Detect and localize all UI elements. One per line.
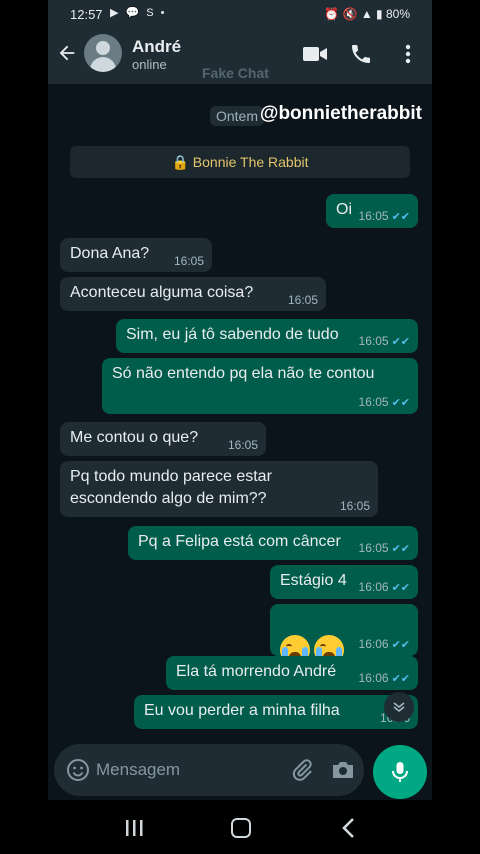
message-time: 16:05 xyxy=(287,293,318,307)
message-time: 16:05 xyxy=(173,254,204,268)
message-text: Ela tá morrendo André xyxy=(176,663,337,680)
message-meta: 16:06 ✔✔ xyxy=(358,580,410,594)
nav-back-icon[interactable] xyxy=(340,817,358,839)
camera-icon[interactable] xyxy=(330,758,356,782)
message-bubble-out[interactable]: 16:06 ✔✔ xyxy=(270,604,418,665)
message-meta: 16:05 ✔✔ xyxy=(358,541,410,555)
message-text: Pq a Felipa está com câncer xyxy=(138,533,341,550)
message-meta: 16:05 ✔✔ xyxy=(358,209,410,223)
message-text: Só não entendo pq ela não te contou xyxy=(112,365,375,382)
back-arrow-icon[interactable] xyxy=(56,42,78,64)
home-icon[interactable] xyxy=(231,818,251,838)
message-meta: 16:06 ✔✔ xyxy=(358,637,410,651)
video-call-icon[interactable] xyxy=(302,42,328,66)
battery-level: ⏰ 🔇 ▲ ▮ 80% xyxy=(324,7,410,21)
message-meta: 16:05 ✔✔ xyxy=(358,395,410,409)
notification-icons: ▶ 💬 S • xyxy=(110,7,167,19)
system-navigation-bar xyxy=(0,800,480,854)
contact-name[interactable]: André xyxy=(132,37,181,57)
more-options-icon[interactable] xyxy=(398,42,418,66)
lock-icon: 🔒 xyxy=(171,154,189,170)
message-bubble-out[interactable]: Eu vou perder a minha filha 16:06 xyxy=(134,695,418,729)
message-bubble-in[interactable]: Me contou o que? 16:05 xyxy=(60,422,266,456)
read-receipt-icon: ✔✔ xyxy=(391,582,410,594)
phone-screen: 12:57 ▶ 💬 S • ⏰ 🔇 ▲ ▮ 80% André online F… xyxy=(48,0,432,800)
message-meta: 16:05 ✔✔ xyxy=(358,334,410,348)
message-bubble-out[interactable]: Oi 16:05 ✔✔ xyxy=(326,194,418,228)
watermark-text: Fake Chat xyxy=(202,65,269,81)
message-bubble-out[interactable]: Ela tá morrendo André 16:06 ✔✔ xyxy=(166,656,418,690)
message-bubble-out[interactable]: Estágio 4 16:06 ✔✔ xyxy=(270,565,418,599)
message-list[interactable]: Ontem @bonnietherabbit 🔒 Bonnie The Rabb… xyxy=(48,84,432,736)
microphone-button[interactable] xyxy=(373,745,427,799)
message-bubble-out[interactable]: Sim, eu já tô sabendo de tudo 16:05 ✔✔ xyxy=(116,319,418,353)
read-receipt-icon: ✔✔ xyxy=(391,543,410,555)
emoji-icon[interactable] xyxy=(66,758,90,782)
message-text: Oi xyxy=(336,201,352,218)
message-bubble-in[interactable]: Pq todo mundo parece estar escondendo al… xyxy=(60,461,378,517)
message-time: 16:05 xyxy=(227,438,258,452)
chat-header: André online Fake Chat xyxy=(48,30,432,84)
message-text: Eu vou perder a minha filha xyxy=(144,702,340,719)
message-text: Dona Ana? xyxy=(70,245,150,262)
status-time: 12:57 xyxy=(70,7,103,22)
message-time: 16:05 xyxy=(339,499,370,513)
read-receipt-icon: ✔✔ xyxy=(391,336,410,348)
read-receipt-icon: ✔✔ xyxy=(391,673,410,685)
message-meta: 16:06 ✔✔ xyxy=(358,671,410,685)
read-receipt-icon: ✔✔ xyxy=(391,211,410,223)
date-chip: Ontem xyxy=(209,106,264,126)
attach-icon[interactable] xyxy=(290,758,314,782)
message-bubble-in[interactable]: Aconteceu alguma coisa? 16:05 xyxy=(60,277,326,311)
message-bubble-out[interactable]: Só não entendo pq ela não te contou 16:0… xyxy=(102,358,418,414)
message-composer[interactable]: Mensagem xyxy=(54,744,364,796)
status-bar: 12:57 ▶ 💬 S • ⏰ 🔇 ▲ ▮ 80% xyxy=(48,0,432,30)
read-receipt-icon: ✔✔ xyxy=(391,397,410,409)
avatar[interactable] xyxy=(84,34,122,72)
message-bubble-in[interactable]: Dona Ana? 16:05 xyxy=(60,238,212,272)
read-receipt-icon: ✔✔ xyxy=(391,639,410,651)
message-bubble-out[interactable]: Pq a Felipa está com câncer 16:05 ✔✔ xyxy=(128,526,418,560)
message-text: Pq todo mundo parece estar escondendo al… xyxy=(70,468,272,507)
message-text: Sim, eu já tô sabendo de tudo xyxy=(126,326,339,343)
system-banner: 🔒 Bonnie The Rabbit xyxy=(70,146,410,178)
message-text: Me contou o que? xyxy=(70,429,199,446)
system-banner-text: Bonnie The Rabbit xyxy=(192,154,309,170)
contact-status: online xyxy=(132,57,167,72)
message-text: Estágio 4 xyxy=(280,572,347,589)
microphone-icon xyxy=(392,762,408,782)
phone-call-icon[interactable] xyxy=(349,42,375,66)
message-text: Aconteceu alguma coisa? xyxy=(70,284,254,301)
scroll-down-icon[interactable] xyxy=(384,692,414,722)
recents-icon[interactable] xyxy=(124,819,144,837)
message-input[interactable]: Mensagem xyxy=(96,760,180,780)
creator-handle: @bonnietherabbit xyxy=(259,103,422,124)
